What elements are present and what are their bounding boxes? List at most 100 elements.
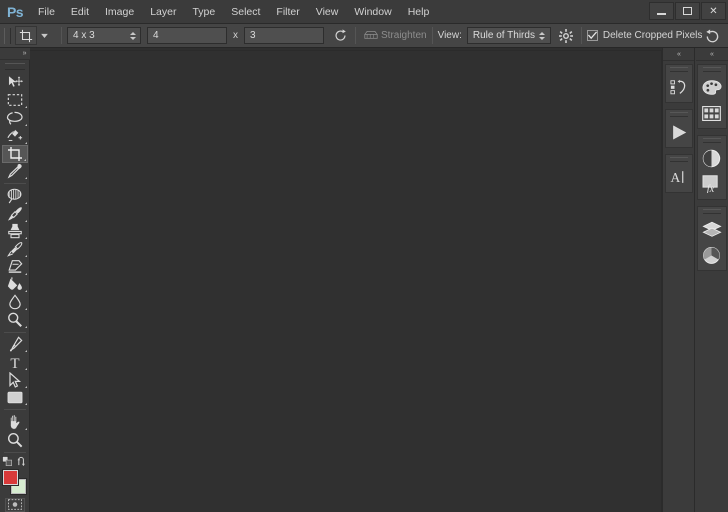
tools-collapse-button[interactable]: »	[0, 48, 30, 60]
tool-flyout-indicator	[24, 123, 27, 126]
tool-gradient[interactable]	[2, 276, 28, 294]
dock-inner-collapse-button[interactable]: «	[662, 48, 695, 61]
horizontal-type-tool-icon: T	[10, 356, 19, 370]
menu-window[interactable]: Window	[346, 0, 399, 24]
color-control-row	[1, 455, 28, 467]
canvas-region	[30, 48, 662, 512]
aspect-ratio-select[interactable]: 4 x 3	[67, 27, 141, 44]
tools-divider-2	[3, 331, 26, 333]
options-separator-2	[355, 27, 356, 44]
menu-edit[interactable]: Edit	[63, 0, 97, 24]
tool-flyout-indicator	[24, 385, 27, 388]
tool-flyout-indicator	[23, 158, 26, 161]
tool-eyedropper[interactable]	[2, 163, 28, 181]
close-button[interactable]: ✕	[701, 2, 726, 20]
tool-flyout-indicator	[24, 367, 27, 370]
menu-layer[interactable]: Layer	[142, 0, 184, 24]
checkmark-icon	[587, 31, 597, 40]
crop-overlay-value: Rule of Thirds	[472, 30, 535, 41]
dock-collapse-icon: «	[677, 50, 681, 58]
tool-brush[interactable]	[2, 205, 28, 223]
delete-cropped-pixels-checkbox[interactable]	[586, 30, 598, 41]
tool-spot-healing-brush[interactable]	[2, 187, 28, 205]
tool-quick-selection[interactable]	[2, 127, 28, 145]
menu-image[interactable]: Image	[97, 0, 142, 24]
tool-blur[interactable]	[2, 293, 28, 311]
options-separator-4	[580, 27, 582, 44]
crop-overlay-spinner-icon[interactable]	[537, 28, 548, 43]
layers-panel-icon[interactable]	[699, 216, 725, 242]
tool-dodge[interactable]	[2, 311, 28, 329]
panel-group-grip[interactable]	[702, 138, 721, 143]
tool-history-brush[interactable]	[2, 240, 28, 258]
tool-preset-chevron-icon[interactable]	[37, 26, 51, 45]
menu-type[interactable]: Type	[184, 0, 223, 24]
reset-tool-button[interactable]	[702, 26, 722, 46]
aspect-ratio-spinner-icon[interactable]	[127, 28, 138, 43]
tool-move[interactable]	[2, 74, 28, 92]
tool-rectangle[interactable]	[2, 389, 28, 407]
menu-select[interactable]: Select	[223, 0, 268, 24]
dodge-tool-icon	[7, 312, 22, 327]
menu-help[interactable]: Help	[400, 0, 438, 24]
document-canvas[interactable]	[30, 50, 662, 512]
character-panel-icon[interactable]: A	[666, 164, 692, 190]
pen-tool-icon	[9, 336, 22, 352]
minimize-button[interactable]	[649, 2, 674, 20]
panel-group-grip[interactable]	[702, 67, 721, 72]
tools-panel-grip[interactable]	[4, 62, 25, 70]
tool-preset-picker[interactable]	[15, 26, 37, 45]
crop-overlay-select[interactable]: Rule of Thirds	[466, 27, 551, 44]
delete-cropped-pixels-label: Delete Cropped Pixels	[602, 30, 703, 41]
dock-column-inner: « A	[662, 48, 695, 512]
tool-flyout-indicator	[24, 290, 27, 293]
tool-hand[interactable]	[2, 413, 28, 431]
adjustments-panel-icon[interactable]	[699, 145, 725, 171]
tool-flyout-indicator	[24, 350, 27, 353]
tool-pen[interactable]	[2, 336, 28, 354]
foreground-color-swatch[interactable]	[2, 469, 18, 485]
clone-stamp-tool-icon	[7, 224, 22, 239]
tool-clone-stamp[interactable]	[2, 223, 28, 241]
view-label: View:	[437, 30, 462, 41]
layers-stack-glyph	[701, 221, 722, 237]
dock-outer-collapse-button[interactable]: «	[695, 48, 728, 61]
menu-view[interactable]: View	[308, 0, 347, 24]
maximize-button[interactable]	[675, 2, 700, 20]
panel-group-grip[interactable]	[669, 67, 688, 72]
swatches-grid-glyph	[702, 105, 721, 121]
swatches-panel-icon[interactable]	[699, 100, 725, 126]
history-panel-glyph	[669, 79, 685, 94]
panel-group-grip[interactable]	[669, 112, 688, 117]
tool-rectangular-marquee[interactable]	[2, 92, 28, 110]
styles-panel-icon[interactable]: fx	[699, 171, 725, 197]
channels-panel-icon[interactable]	[699, 242, 725, 268]
options-bar-grip[interactable]	[4, 27, 11, 44]
straighten-button[interactable]	[361, 26, 381, 46]
crop-settings-button[interactable]	[556, 26, 576, 46]
quick-mask-button[interactable]	[4, 497, 25, 512]
menu-filter[interactable]: Filter	[268, 0, 307, 24]
tool-horizontal-type[interactable]: T	[2, 353, 28, 371]
menu-file[interactable]: File	[30, 0, 63, 24]
tool-path-selection[interactable]	[2, 371, 28, 389]
svg-text:fx: fx	[707, 184, 715, 193]
default-colors-icon[interactable]	[1, 455, 13, 467]
lasso-tool-icon	[6, 111, 23, 125]
dock-collapse-icon: «	[710, 50, 714, 58]
crop-width-input[interactable]: 4	[147, 27, 227, 44]
panel-group-grip[interactable]	[669, 157, 688, 162]
swap-colors-icon[interactable]	[17, 456, 28, 467]
tool-lasso[interactable]	[2, 109, 28, 127]
crop-height-input[interactable]: 3	[244, 27, 324, 44]
tool-crop[interactable]	[1, 144, 28, 163]
character-panel-glyph: A	[670, 170, 683, 185]
tool-zoom[interactable]	[2, 431, 28, 449]
history-panel-icon[interactable]	[666, 74, 692, 100]
panel-group-grip[interactable]	[702, 209, 721, 214]
menu-items: File Edit Image Layer Type Select Filter…	[30, 0, 437, 24]
color-panel-icon[interactable]	[699, 74, 725, 100]
swap-dimensions-button[interactable]	[330, 26, 350, 46]
actions-panel-icon[interactable]	[666, 119, 692, 145]
tool-eraser[interactable]	[2, 258, 28, 276]
